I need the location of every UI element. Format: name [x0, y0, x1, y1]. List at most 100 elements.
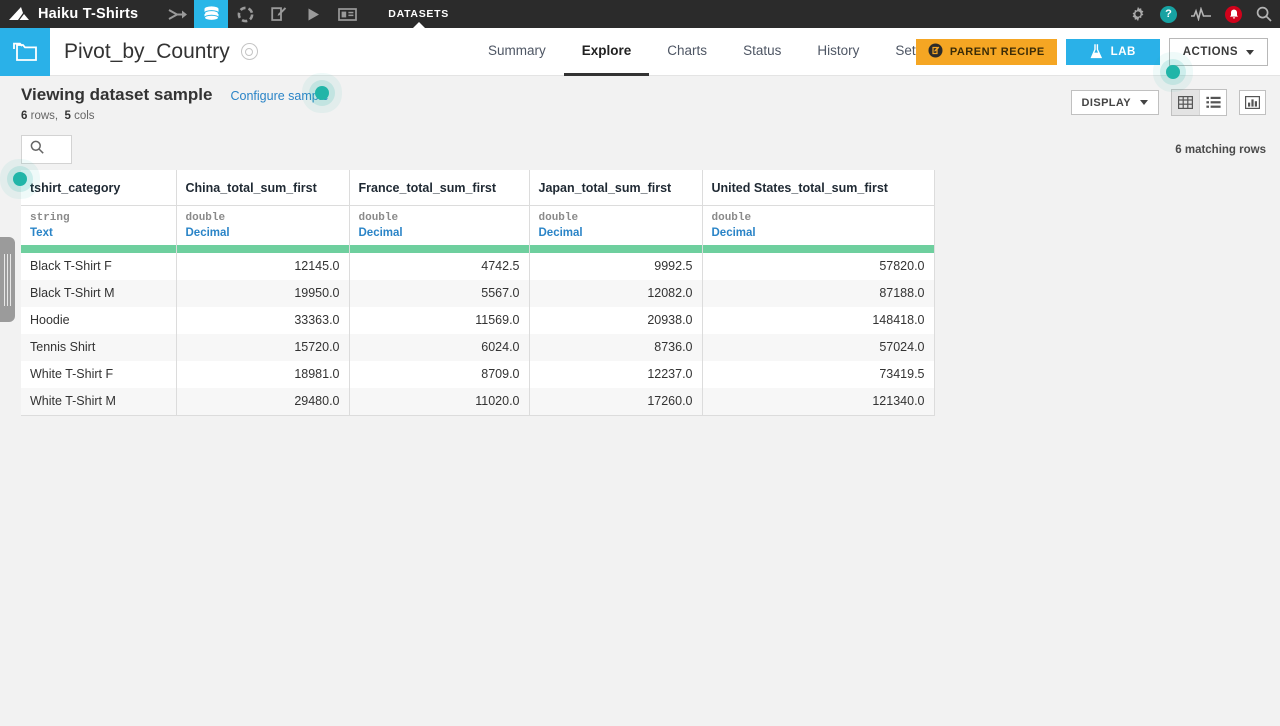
jobs-icon[interactable] [296, 0, 330, 28]
dataset-share-status-icon[interactable] [240, 43, 258, 60]
folder-icon[interactable] [0, 27, 50, 76]
column-header-united-states-total-sum-first[interactable]: United States_total_sum_first double Dec… [702, 170, 935, 253]
column-meaning[interactable]: Decimal [530, 224, 702, 245]
configure-sample-link[interactable]: Configure sample [230, 89, 328, 103]
column-storage-type: string [30, 212, 70, 224]
cell-france: 11569.0 [349, 307, 530, 334]
column-header-tshirt-category[interactable]: tshirt_category string Text [21, 170, 177, 253]
dataset-share-status-inner [245, 47, 254, 56]
gear-icon[interactable] [1130, 6, 1146, 22]
column-header-japan-total-sum-first[interactable]: Japan_total_sum_first double Decimal [529, 170, 703, 253]
cell-japan: 12082.0 [529, 280, 703, 307]
cell-china: 18981.0 [176, 361, 350, 388]
cell-united-states: 121340.0 [702, 388, 935, 416]
table-row[interactable]: Black T-Shirt F 12145.0 4742.5 9992.5 57… [21, 253, 935, 280]
flow-icon[interactable] [160, 0, 194, 28]
section-label-text: DATASETS [388, 8, 449, 20]
parent-recipe-button[interactable]: PARENT RECIPE [915, 39, 1057, 65]
cell-japan: 20938.0 [529, 307, 703, 334]
cell-france: 4742.5 [349, 253, 530, 280]
column-health-bar [349, 245, 529, 253]
cell-japan: 8736.0 [529, 334, 703, 361]
top-navigation-bar: Haiku T-Shirts DATASETS ? [0, 0, 1280, 28]
table-row[interactable]: Hoodie 33363.0 11569.0 20938.0 148418.0 [21, 307, 935, 334]
project-name[interactable]: Haiku T-Shirts [38, 6, 138, 22]
dataset-tabs: Summary Explore Charts Status History Se… [470, 28, 962, 76]
chevron-down-icon [1246, 49, 1254, 55]
table-header: tshirt_category string Text China_total_… [21, 170, 935, 253]
recipes-icon[interactable] [228, 0, 262, 28]
topbar-right-icons: ? [1130, 0, 1272, 28]
data-grid-container: tshirt_category string Text China_total_… [0, 170, 1280, 715]
cell-france: 11020.0 [349, 388, 530, 416]
lab-button[interactable]: LAB [1065, 39, 1160, 65]
column-meaning[interactable]: Text [21, 224, 176, 245]
view-mode-group [1171, 89, 1227, 116]
table-row[interactable]: Black T-Shirt M 19950.0 5567.0 12082.0 8… [21, 280, 935, 307]
column-name: China_total_sum_first [176, 170, 349, 206]
cell-france: 6024.0 [349, 334, 530, 361]
pulse-dot-lab[interactable] [1166, 65, 1180, 79]
dataset-header: Pivot_by_Country Summary Explore Charts … [0, 27, 1280, 76]
chevron-down-icon [1140, 100, 1148, 105]
column-chart-icon[interactable] [1239, 90, 1266, 115]
table-row[interactable]: Tennis Shirt 15720.0 6024.0 8736.0 57024… [21, 334, 935, 361]
column-name: Japan_total_sum_first [529, 170, 702, 206]
matching-rows-count: 6 matching rows [1175, 144, 1266, 156]
column-storage-type: double [538, 212, 579, 224]
cell-united-states: 73419.5 [702, 361, 935, 388]
sample-cols-word: cols [74, 110, 95, 122]
column-header-france-total-sum-first[interactable]: France_total_sum_first double Decimal [349, 170, 530, 253]
section-label-datasets: DATASETS [384, 0, 453, 28]
pulse-dot-configure-sample[interactable] [315, 86, 329, 100]
tab-charts[interactable]: Charts [649, 28, 725, 76]
tab-summary[interactable]: Summary [470, 28, 564, 76]
help-icon[interactable]: ? [1160, 5, 1177, 23]
dataiku-logo-icon[interactable] [0, 5, 38, 23]
cell-category: White T-Shirt M [21, 388, 177, 416]
activity-icon[interactable] [1191, 7, 1211, 21]
grid-view-icon[interactable] [1172, 90, 1199, 115]
column-meaning[interactable]: Decimal [350, 224, 529, 245]
table-row[interactable]: White T-Shirt F 18981.0 8709.0 12237.0 7… [21, 361, 935, 388]
row-drag-handle[interactable] [0, 237, 15, 322]
table-row[interactable]: White T-Shirt M 29480.0 11020.0 17260.0 … [21, 388, 935, 416]
cell-category: Tennis Shirt [21, 334, 177, 361]
display-button[interactable]: DISPLAY [1070, 90, 1159, 115]
column-header-china-total-sum-first[interactable]: China_total_sum_first double Decimal [176, 170, 350, 253]
cell-category: Hoodie [21, 307, 177, 334]
column-storage-type: double [185, 212, 226, 224]
list-view-icon[interactable] [1199, 90, 1226, 115]
top-nav-icon-group [160, 0, 364, 28]
cell-japan: 12237.0 [529, 361, 703, 388]
notifications-bell-icon[interactable] [1225, 5, 1242, 23]
column-meaning[interactable]: Decimal [703, 224, 934, 245]
drag-grip-line [4, 253, 5, 306]
table-body: Black T-Shirt F 12145.0 4742.5 9992.5 57… [21, 253, 935, 416]
notebooks-icon[interactable] [262, 0, 296, 28]
cell-france: 5567.0 [349, 280, 530, 307]
tab-explore[interactable]: Explore [563, 28, 650, 76]
tab-status[interactable]: Status [725, 28, 799, 76]
dashboards-icon[interactable] [330, 0, 364, 28]
cell-china: 12145.0 [176, 253, 350, 280]
parent-recipe-label: PARENT RECIPE [949, 46, 1045, 58]
column-health-bar [21, 245, 176, 253]
sample-title: Viewing dataset sample [21, 85, 213, 104]
column-name: United States_total_sum_first [702, 170, 934, 206]
sample-rows-count: 6 [21, 110, 28, 122]
tab-history[interactable]: History [799, 28, 877, 76]
cell-united-states: 57820.0 [702, 253, 935, 280]
datasets-icon[interactable] [194, 0, 229, 28]
column-storage-type: double [358, 212, 399, 224]
search-input[interactable] [21, 135, 72, 164]
actions-button[interactable]: ACTIONS [1168, 38, 1268, 66]
drag-grip-line [7, 253, 8, 306]
display-label: DISPLAY [1081, 96, 1131, 109]
column-meaning[interactable]: Decimal [177, 224, 349, 245]
cell-france: 8709.0 [349, 361, 530, 388]
pulse-dot-column-drag[interactable] [13, 172, 27, 186]
table-header-row: tshirt_category string Text China_total_… [21, 170, 935, 253]
search-icon [30, 140, 44, 159]
search-icon[interactable] [1256, 6, 1272, 22]
